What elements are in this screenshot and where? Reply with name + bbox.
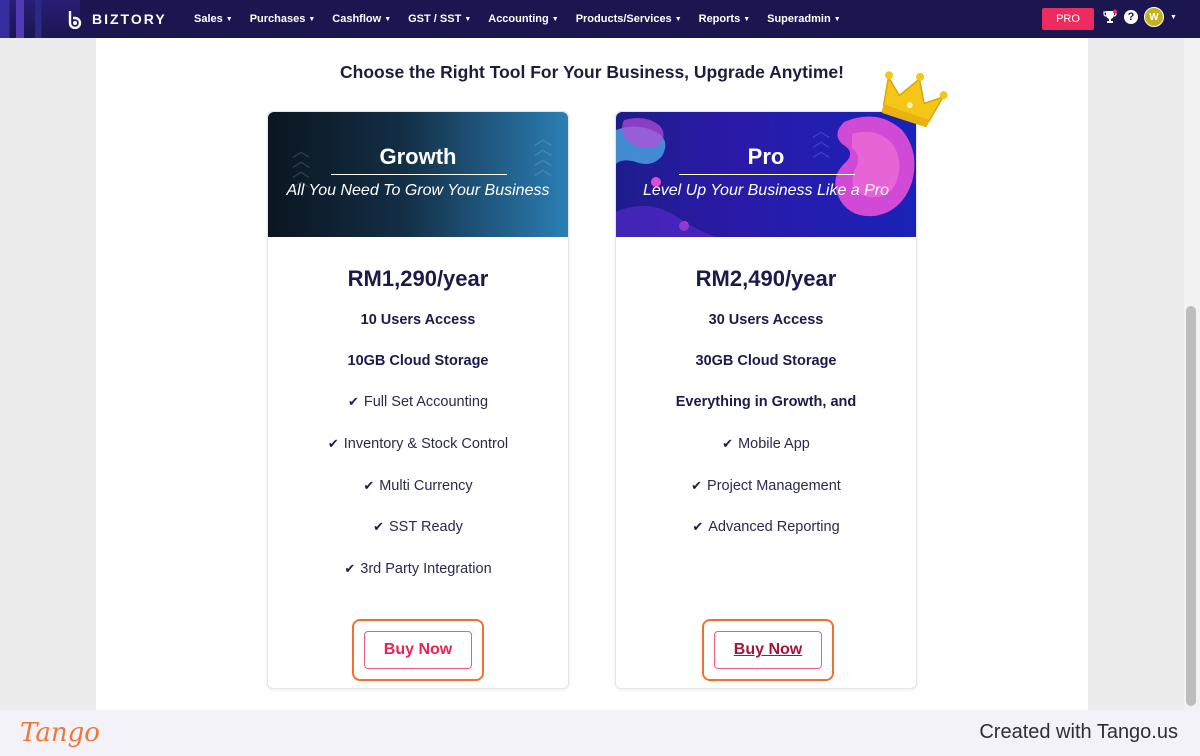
menu-gst-sst[interactable]: GST / SST ▼ [408,13,471,25]
trophy-icon[interactable] [1102,9,1118,25]
chevron-down-icon: ▼ [308,15,316,23]
chevron-down-icon: ▼ [225,15,233,23]
brand-name: BIZTORY [92,11,167,27]
plan-tagline: Level Up Your Business Like a Pro [642,182,890,199]
pro-button[interactable]: PRO [1042,8,1094,30]
check-icon: ✔ [373,519,384,534]
menu-purchases-label: Purchases [249,13,306,25]
check-icon: ✔ [691,478,703,493]
tango-footer: Tango Created with Tango.us [0,710,1200,756]
plan-banner-growth: ︿ ︿ ︿ ︿ ︿ ︿ ︿ ︿ Growth All You Need To Grow Yo… [268,112,568,237]
biztory-logo-icon [68,11,82,29]
menu-purchases[interactable]: Purchases ▼ [250,13,316,25]
chevron-down-icon: ▼ [674,15,682,23]
feature-label: Mobile App [738,436,810,452]
brand-logo[interactable]: BIZTORY [66,9,167,29]
check-icon: ✔ [692,519,704,534]
buy-now-button-growth[interactable]: Buy Now [364,631,472,669]
check-icon: ✔ [363,478,375,493]
feature-item: 10 Users Access [360,312,476,328]
scrollbar-thumb[interactable] [1186,306,1196,706]
feature-label: SST Ready [389,519,463,535]
feature-item: ✔ Advanced Reporting [616,519,916,535]
help-icon[interactable]: ? [1124,10,1138,24]
feature-item: 30 Users Access [708,312,824,328]
menu-sales-label: Sales [194,13,223,25]
chevron-down-icon: ▼ [464,15,472,23]
buy-button-highlight: Buy Now [702,619,834,681]
feature-item: ✔ SST Ready [268,519,568,535]
feature-item: 30GB Cloud Storage [695,353,837,369]
feature-label: 3rd Party Integration [360,561,492,577]
menu-gst-sst-label: GST / SST [408,13,462,25]
avatar[interactable]: W [1144,7,1164,27]
chevron-down-icon: ▼ [551,15,559,23]
feature-label: Inventory & Stock Control [343,436,509,452]
feature-item: 10GB Cloud Storage [347,353,489,369]
divider [331,174,507,175]
chevron-down-icon: ▼ [833,15,841,23]
top-navbar: BIZTORY Sales ▼ Purchases ▼ Cashflow ▼ GST … [0,0,1200,38]
feature-label: Multi Currency [379,478,473,494]
check-icon: ✔ [327,436,339,451]
menu-accounting[interactable]: Accounting ▼ [488,13,558,25]
chevron-down-icon: ▼ [384,15,392,23]
feature-item: ✔ Full Set Accounting [268,394,568,410]
plan-tagline: All You Need To Grow Your Business [286,182,550,199]
main-menu: Sales ▼ Purchases ▼ Cashflow ▼ GST / SST ▼ A… [194,0,858,38]
feature-label: Advanced Reporting [708,519,840,535]
menu-superadmin-label: Superadmin [767,13,831,25]
feature-item: ✔ Inventory & Stock Control [268,436,568,452]
menu-reports-label: Reports [698,13,741,25]
menu-accounting-label: Accounting [488,13,549,25]
plan-card-pro: ︿ ︿ ︿ Pro Level Up Your Business Like a Pr… [615,111,917,689]
feature-label: Full Set Accounting [363,394,489,410]
feature-item: ✔ 3rd Party Integration [268,561,568,577]
crown-icon [881,71,948,127]
menu-products-services[interactable]: Products/Services ▼ [576,13,682,25]
plan-card-growth: ︿ ︿ ︿ ︿ ︿ ︿ ︿ ︿ Growth All You Need To Grow Yo… [267,111,569,689]
chevron-down-icon: ▼ [743,15,751,23]
feature-item: ✔ Project Management [616,478,916,494]
check-icon: ✔ [347,394,359,409]
menu-cashflow[interactable]: Cashflow ▼ [332,13,391,25]
plan-name: Growth [379,144,457,169]
plan-price: RM2,490/year [695,266,837,291]
chevron-down-icon[interactable]: ▼ [1170,14,1177,21]
check-icon: ✔ [722,436,734,451]
menu-products-services-label: Products/Services [575,13,672,25]
feature-item: ✔ Multi Currency [268,478,568,494]
feature-label: Project Management [707,478,841,494]
plan-banner-pro: ︿ ︿ ︿ Pro Level Up Your Business Like a Pr… [616,112,916,237]
tango-logo: Tango [20,718,100,748]
menu-sales[interactable]: Sales ▼ [194,13,233,25]
menu-cashflow-label: Cashflow [332,13,382,25]
feature-item: ✔ Mobile App [616,436,916,452]
created-with-label: Created with Tango.us [979,721,1178,743]
divider [679,174,855,175]
menu-superadmin[interactable]: Superadmin ▼ [767,13,841,25]
navbar-actions: ? W ▼ [1102,7,1177,27]
menu-reports[interactable]: Reports ▼ [699,13,751,25]
buy-now-button-pro[interactable]: Buy Now [714,631,822,669]
check-icon: ✔ [344,561,356,576]
main-content [96,38,1088,710]
feature-item: Everything in Growth, and [675,394,857,410]
plan-price: RM1,290/year [347,266,489,291]
plan-name: Pro [747,144,785,169]
buy-button-highlight: Buy Now [352,619,484,681]
